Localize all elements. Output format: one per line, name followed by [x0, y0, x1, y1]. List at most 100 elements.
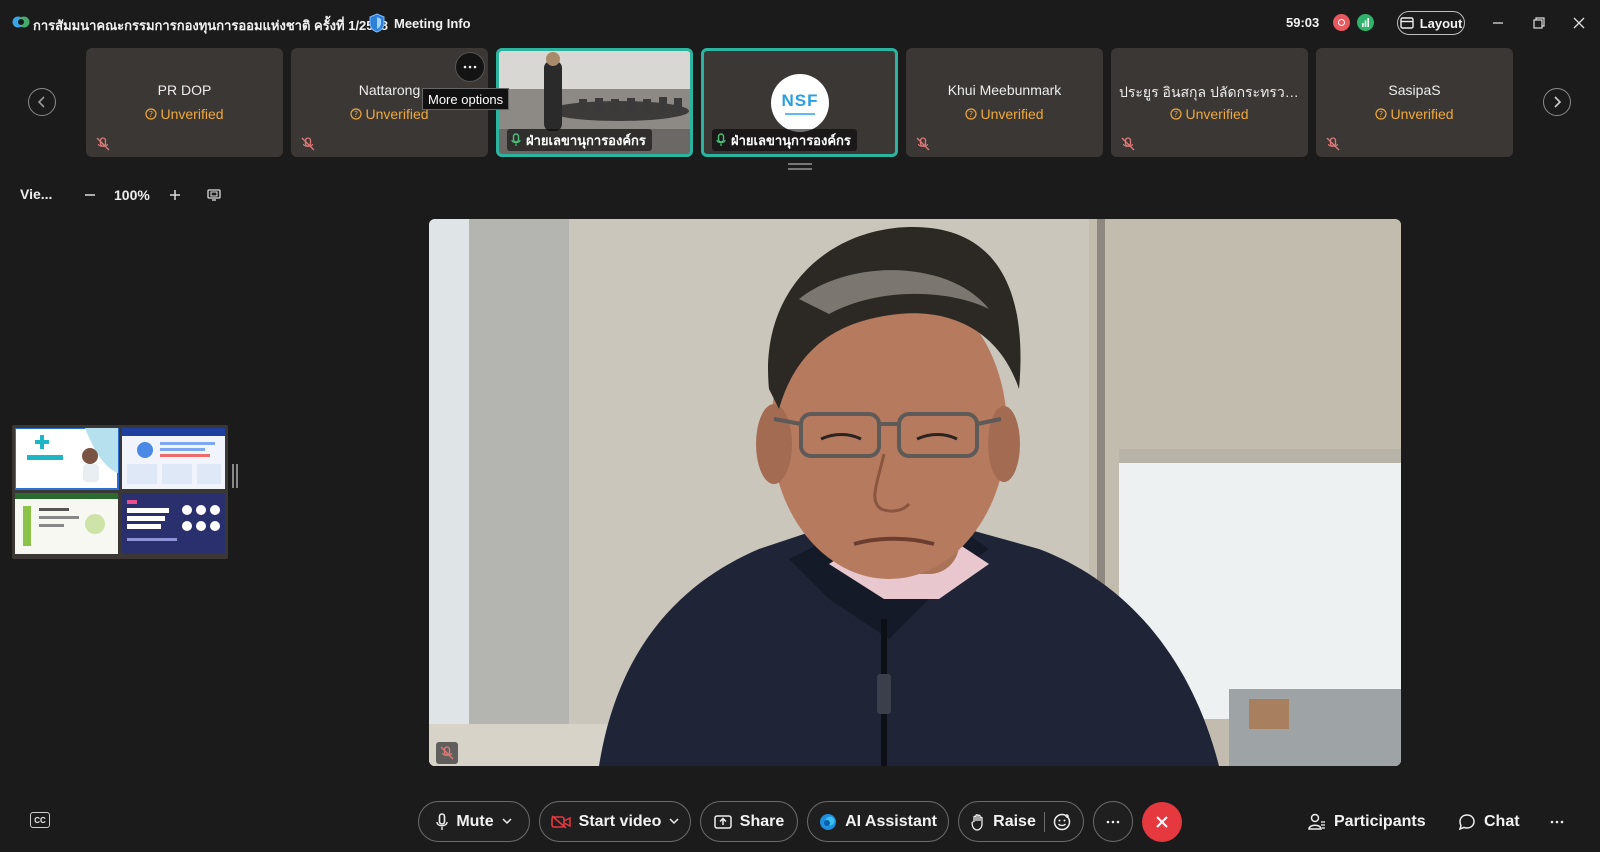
share-label: Share [739, 812, 785, 830]
minimize-button[interactable] [1487, 12, 1509, 34]
plus-icon [170, 190, 180, 200]
chevron-down-icon[interactable] [502, 818, 512, 825]
participant-tile[interactable]: PR DOP ? Unverified [86, 48, 283, 157]
strip-prev-button[interactable] [28, 88, 56, 116]
more-actions-button[interactable] [1093, 801, 1133, 842]
microphone-icon [436, 812, 449, 830]
close-icon [1156, 816, 1168, 828]
reactions-icon[interactable] [1053, 813, 1071, 831]
shared-content-thumbnail[interactable] [12, 425, 228, 559]
layout-label: Layout [1419, 15, 1463, 31]
participant-status: ? Unverified [1316, 106, 1513, 122]
minus-icon [85, 194, 95, 196]
participant-name: Khui Meebunmark [947, 82, 1062, 98]
svg-text:?: ? [1379, 110, 1383, 119]
title-bar: การสัมมนาคณะกรรมการกองทุนการออมแห่งชาติ … [0, 0, 1600, 46]
participant-status: ? Unverified [906, 106, 1103, 122]
participant-name: PR DOP [157, 82, 212, 98]
chevron-left-icon [37, 96, 45, 108]
participant-tile[interactable]: Khui Meebunmark ? Unverified [906, 48, 1103, 157]
layout-button[interactable]: Layout [1397, 11, 1465, 35]
participant-tile[interactable]: ประยูร อินสกุล ปลัดกระทรวง... ? Unverifi… [1111, 48, 1308, 157]
more-options-button[interactable] [455, 52, 485, 82]
share-button[interactable]: Share [700, 801, 798, 842]
organization-logo: NSF [771, 74, 829, 132]
start-video-button[interactable]: Start video [539, 801, 691, 842]
fit-screen-button[interactable] [204, 185, 224, 205]
participants-label: Participants [1334, 813, 1426, 830]
toolbar-overflow-button[interactable] [1550, 810, 1564, 834]
organization-logo-text: NSF [781, 91, 819, 110]
shield-icon [369, 13, 385, 33]
leave-meeting-button[interactable] [1142, 802, 1182, 842]
chat-label: Chat [1484, 813, 1520, 830]
thumbnail-resize-handle[interactable] [232, 464, 238, 488]
participants-button[interactable]: Participants [1308, 810, 1426, 834]
ellipsis-icon [1106, 820, 1120, 823]
svg-text:?: ? [969, 110, 973, 119]
layout-icon [1399, 17, 1414, 29]
video-off-icon [550, 814, 571, 829]
raise-label: Raise [993, 812, 1036, 830]
ai-assistant-button[interactable]: AI Assistant [807, 801, 949, 842]
more-options-tooltip: More options [422, 88, 510, 110]
strip-next-button[interactable] [1543, 88, 1571, 116]
recording-icon[interactable] [1333, 14, 1350, 31]
unverified-icon: ? [1375, 108, 1388, 120]
mic-muted-icon [440, 746, 454, 760]
signal-bars-icon [1362, 18, 1369, 27]
participant-status: ? Unverified [1111, 106, 1308, 122]
mute-button[interactable]: Mute [418, 801, 530, 842]
participant-tile[interactable]: SasipaS ? Unverified [1316, 48, 1513, 157]
zoom-in-button[interactable] [165, 185, 185, 205]
zoom-level: 100% [114, 187, 150, 203]
minimize-icon [1493, 22, 1503, 24]
restore-icon [1533, 17, 1545, 29]
unverified-icon: ? [965, 108, 978, 120]
ellipsis-icon [1550, 820, 1564, 824]
raise-hand-button[interactable]: Raise [958, 801, 1084, 842]
mic-muted-icon [1121, 137, 1135, 151]
chevron-right-icon [1554, 96, 1562, 108]
webex-logo-icon [12, 16, 30, 28]
chevron-down-icon[interactable] [669, 818, 679, 825]
meeting-info-label: Meeting Info [394, 15, 471, 31]
unverified-icon: ? [350, 108, 363, 120]
close-icon [1573, 17, 1585, 29]
start-video-label: Start video [578, 812, 662, 830]
closed-captions-button[interactable]: CC [30, 812, 50, 828]
main-video-muted-indicator [436, 742, 458, 764]
divider [1043, 811, 1045, 832]
participant-tile-active[interactable]: ฝ่ายเลขานุการองค์กร [496, 48, 693, 157]
participant-tile-active[interactable]: NSF ฝ่ายเลขานุการองค์กร [701, 48, 898, 157]
view-menu-label[interactable]: Vie... [20, 186, 52, 202]
meeting-title: การสัมมนาคณะกรรมการกองทุนการออมแห่งชาติ … [33, 18, 388, 33]
active-speaker-video [429, 219, 1401, 766]
svg-text:?: ? [149, 110, 153, 119]
share-screen-icon [714, 814, 732, 829]
ellipsis-icon [463, 65, 477, 69]
shared-slides-preview [14, 427, 225, 554]
ai-assistant-icon [820, 813, 837, 830]
chat-button[interactable]: Chat [1458, 810, 1520, 834]
zoom-out-button[interactable] [80, 185, 100, 205]
hand-icon [971, 813, 983, 831]
meeting-timer: 59:03 [1286, 15, 1320, 30]
meeting-info-button[interactable]: Meeting Info [368, 12, 471, 34]
screen-icon [207, 189, 221, 201]
restore-button[interactable] [1528, 12, 1550, 34]
mute-label: Mute [456, 812, 494, 830]
participant-name: SasipaS [1388, 82, 1441, 98]
participant-caption: ฝ่ายเลขานุการองค์กร [507, 129, 652, 151]
mic-muted-icon [1326, 137, 1340, 151]
close-window-button[interactable] [1568, 12, 1590, 34]
ai-assistant-label: AI Assistant [845, 812, 937, 830]
unverified-icon: ? [1170, 108, 1183, 120]
mic-active-icon [716, 133, 726, 146]
strip-resize-handle[interactable] [788, 163, 812, 170]
network-health-icon[interactable] [1357, 14, 1374, 31]
main-video-stage[interactable] [429, 219, 1401, 766]
participant-caption: ฝ่ายเลขานุการองค์กร [712, 129, 857, 151]
chat-icon [1458, 814, 1475, 831]
mic-muted-icon [96, 137, 110, 151]
